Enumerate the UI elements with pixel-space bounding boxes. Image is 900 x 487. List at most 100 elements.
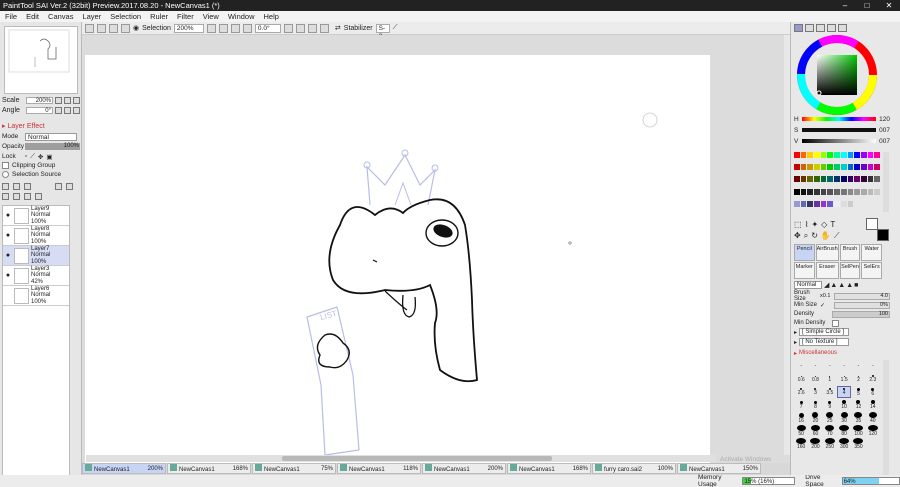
menu-canvas[interactable]: Canvas bbox=[48, 11, 73, 22]
lock-move-icon[interactable]: ✥ bbox=[38, 153, 43, 161]
min-size-slider[interactable]: 0% bbox=[834, 301, 890, 309]
tool-brush[interactable]: Brush bbox=[839, 244, 861, 261]
brush-size-preset[interactable]: 2.6 bbox=[794, 386, 808, 398]
tool-marker[interactable]: Marker bbox=[794, 262, 815, 279]
rotate-right-button[interactable] bbox=[295, 23, 305, 33]
palette-swatch[interactable] bbox=[854, 152, 860, 158]
value-slider[interactable] bbox=[802, 139, 876, 143]
angle-field[interactable]: 0° bbox=[26, 107, 53, 114]
menu-file[interactable]: File bbox=[5, 11, 17, 22]
layer-settings-button[interactable] bbox=[66, 183, 73, 190]
color-wheel-tab[interactable] bbox=[794, 24, 803, 32]
brush-size-preset[interactable]: 1 bbox=[823, 373, 837, 385]
palette-swatch[interactable] bbox=[800, 152, 807, 158]
brush-size-multiplier[interactable]: x0.1 bbox=[820, 293, 832, 299]
menu-selection[interactable]: Selection bbox=[110, 11, 141, 22]
clear-layer-button[interactable] bbox=[24, 193, 31, 200]
brush-size-preset[interactable]: 100 bbox=[851, 425, 865, 437]
brush-size-preset[interactable]: 160 bbox=[794, 438, 808, 450]
tool-airbrush[interactable]: AirBrush bbox=[815, 244, 839, 261]
palette-swatch[interactable] bbox=[874, 152, 880, 158]
palette-swatch[interactable] bbox=[820, 152, 827, 158]
palette-swatch[interactable] bbox=[867, 176, 874, 183]
brush-size-preset[interactable]: 40 bbox=[866, 412, 880, 424]
palette-swatch[interactable] bbox=[867, 164, 874, 171]
min-size-check[interactable]: ✓ bbox=[820, 302, 832, 309]
brush-size-preset[interactable]: 2.3 bbox=[866, 373, 880, 385]
move-icon[interactable]: ✥ bbox=[794, 231, 801, 241]
layer-item[interactable]: ● Layer3 Normal 42% bbox=[3, 266, 69, 286]
tool-pencil[interactable]: Pencil bbox=[794, 244, 815, 261]
palette-swatch[interactable] bbox=[807, 188, 814, 195]
palette-swatch[interactable] bbox=[847, 164, 854, 171]
brush-size-preset[interactable]: 50 bbox=[794, 425, 808, 437]
palette-swatch[interactable] bbox=[874, 164, 880, 171]
palette-swatch[interactable] bbox=[834, 176, 840, 183]
tool-selpen[interactable]: SelPen bbox=[839, 262, 861, 279]
brush-size-preset[interactable]: 3 bbox=[808, 386, 822, 398]
palette-swatch[interactable] bbox=[794, 188, 800, 195]
palette-swatch[interactable] bbox=[827, 152, 834, 158]
brush-size-preset[interactable]: 30 bbox=[837, 412, 851, 424]
brush-texture-expand-icon[interactable]: ▸ bbox=[794, 339, 797, 346]
selection-source-checkbox[interactable] bbox=[2, 171, 9, 178]
lock-paint-icon[interactable]: ⟋ bbox=[30, 153, 35, 161]
blend-mode-select[interactable]: Normal bbox=[25, 132, 77, 141]
palette-swatch[interactable] bbox=[840, 176, 847, 183]
palette-swatch[interactable] bbox=[814, 164, 820, 171]
palette-swatch[interactable] bbox=[834, 164, 840, 171]
brush-size-preset[interactable]: 10 bbox=[837, 399, 851, 411]
palette-swatch[interactable] bbox=[794, 200, 800, 207]
visibility-eye-icon[interactable]: ● bbox=[4, 272, 12, 280]
palette-swatch[interactable] bbox=[840, 152, 847, 158]
palette-swatch[interactable] bbox=[860, 188, 867, 195]
palette-swatch[interactable] bbox=[794, 152, 800, 158]
brush-size-preset[interactable]: 12 bbox=[851, 399, 865, 411]
deselect-button[interactable] bbox=[109, 23, 118, 33]
maximize-button[interactable]: □ bbox=[856, 0, 878, 11]
palette-swatch[interactable] bbox=[860, 152, 867, 158]
angle-minus-button[interactable] bbox=[55, 107, 62, 114]
palette-swatch[interactable] bbox=[840, 188, 847, 195]
layer-mask-button[interactable] bbox=[55, 183, 62, 190]
palette-swatch[interactable] bbox=[834, 200, 840, 207]
undo-button[interactable] bbox=[85, 23, 94, 33]
primary-color-swatch[interactable] bbox=[877, 229, 889, 241]
palette-swatch[interactable] bbox=[827, 200, 834, 207]
lock-transparency-icon[interactable]: ▫ bbox=[25, 153, 27, 160]
brush-size-preset[interactable]: 20 bbox=[808, 412, 822, 424]
palette-swatch[interactable] bbox=[814, 188, 820, 195]
palette-swatch[interactable] bbox=[847, 200, 854, 207]
angle-reset-button[interactable] bbox=[73, 107, 80, 114]
brush-size-preset[interactable]: 9 bbox=[823, 399, 837, 411]
color-wheel[interactable] bbox=[795, 34, 879, 116]
minimize-button[interactable]: – bbox=[834, 0, 856, 11]
palette-swatch[interactable] bbox=[800, 200, 807, 207]
hand-icon[interactable]: ✋ bbox=[821, 231, 831, 241]
brush-size-preset[interactable]: 25 bbox=[823, 412, 837, 424]
palette-swatch[interactable] bbox=[874, 188, 880, 195]
palette-swatch[interactable] bbox=[820, 188, 827, 195]
brush-size-preset[interactable]: 60 bbox=[808, 425, 822, 437]
flip-horizontal-icon[interactable]: ⇄ bbox=[335, 24, 341, 32]
zoom-fit-button[interactable] bbox=[242, 23, 252, 33]
delete-layer-button[interactable] bbox=[35, 193, 42, 200]
text-tool-icon[interactable]: T bbox=[830, 220, 835, 229]
canvas-tab[interactable]: NewCanvas1 150% bbox=[677, 463, 761, 474]
brush-texture-select[interactable]: [ No Texture ] bbox=[799, 338, 850, 346]
zoom-reset-button[interactable] bbox=[230, 23, 240, 33]
rotate-left-button[interactable] bbox=[283, 23, 293, 33]
palette-swatch[interactable] bbox=[827, 176, 834, 183]
palette-swatch[interactable] bbox=[834, 188, 840, 195]
palette-swatch[interactable] bbox=[854, 188, 860, 195]
brush-size-preset[interactable]: 8 bbox=[808, 399, 822, 411]
clipping-group-checkbox[interactable] bbox=[2, 162, 9, 169]
invert-selection-button[interactable] bbox=[121, 23, 130, 33]
palette-swatch[interactable] bbox=[827, 188, 834, 195]
sizes-scrollbar[interactable] bbox=[883, 360, 889, 475]
merge-down-button[interactable] bbox=[13, 193, 20, 200]
brush-size-preset[interactable]: 14 bbox=[866, 399, 880, 411]
layer-item[interactable]: ● Layer9 Normal 100% bbox=[3, 206, 69, 226]
brush-size-preset[interactable]: - bbox=[851, 360, 865, 372]
drawing-canvas[interactable]: LIST bbox=[85, 55, 710, 463]
